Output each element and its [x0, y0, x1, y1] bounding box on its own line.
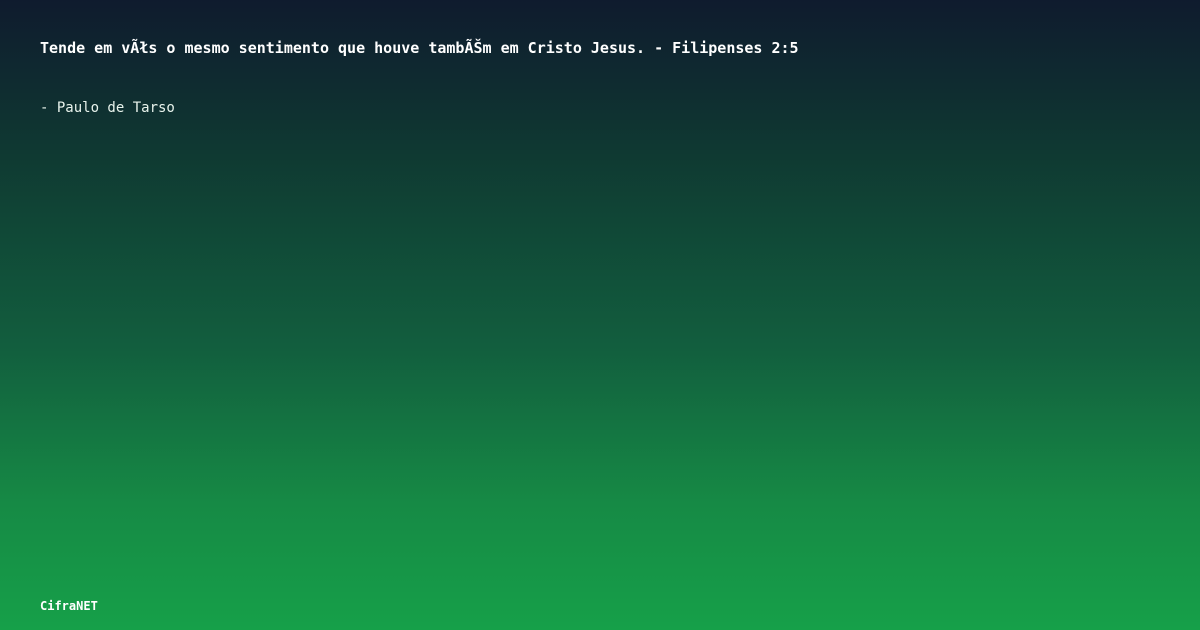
- quote-text: Tende em vÃłs o mesmo sentimento que hou…: [40, 39, 799, 57]
- brand-name: CifraNET: [40, 599, 98, 613]
- quote-author: - Paulo de Tarso: [40, 100, 175, 116]
- quote-card: Tende em vÃłs o mesmo sentimento que hou…: [0, 0, 1200, 630]
